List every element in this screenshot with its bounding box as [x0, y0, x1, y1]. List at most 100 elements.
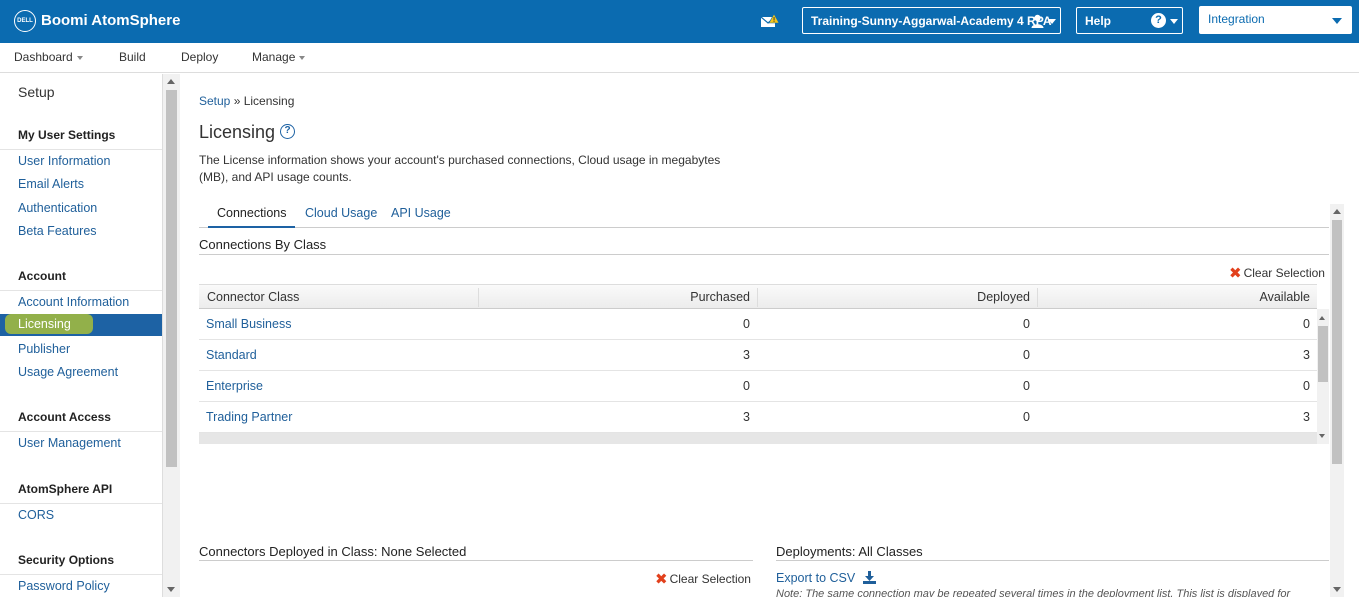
divider	[199, 560, 753, 561]
sidebar-heading-atomsphere-api: AtomSphere API	[0, 482, 162, 504]
deployed-cell: 0	[1023, 348, 1030, 362]
setup-sidebar: Setup My User Settings User Information …	[0, 74, 163, 597]
service-selector[interactable]: Integration	[1199, 6, 1352, 34]
sidebar-item-publisher[interactable]: Publisher	[18, 342, 70, 356]
help-icon[interactable]: ?	[280, 124, 295, 139]
sidebar-item-account-information[interactable]: Account Information	[18, 295, 129, 309]
purchased-cell: 0	[743, 317, 750, 331]
scroll-up-icon[interactable]	[167, 79, 175, 84]
top-bar: DELL Boomi AtomSphere Training-Sunny-Agg…	[0, 0, 1359, 43]
account-name: Training-Sunny-Aggarwal-Academy 4 RPA	[811, 13, 1052, 28]
question-icon: ?	[1151, 13, 1166, 28]
scroll-up-icon[interactable]	[1333, 209, 1341, 214]
available-cell: 0	[1303, 317, 1310, 331]
connections-by-class-title: Connections By Class	[199, 237, 327, 252]
chevron-down-icon	[1048, 19, 1056, 24]
tab-cloud-usage[interactable]: Cloud Usage	[305, 206, 377, 220]
connector-class-cell[interactable]: Standard	[206, 348, 257, 362]
menu-build-label: Build	[119, 50, 146, 64]
divider	[199, 254, 1329, 255]
active-tab-indicator	[208, 226, 295, 228]
deployed-cell: 0	[1023, 317, 1030, 331]
export-label: Export to CSV	[776, 571, 856, 585]
scrollbar-thumb[interactable]	[1332, 220, 1342, 464]
sidebar-item-cors[interactable]: CORS	[18, 508, 54, 522]
licensing-tabs: Connections Cloud Usage API Usage	[199, 204, 1329, 228]
table-row[interactable]: Small Business 0 0 0	[199, 309, 1317, 340]
sidebar-scrollbar[interactable]	[163, 74, 180, 597]
menu-deploy[interactable]: Deploy	[181, 50, 218, 64]
column-header-purchased[interactable]: Purchased	[479, 290, 750, 304]
tab-connections[interactable]: Connections	[217, 206, 287, 220]
scroll-up-icon[interactable]	[1319, 316, 1325, 320]
divider	[776, 560, 1329, 561]
breadcrumb-setup-link[interactable]: Setup	[199, 94, 230, 108]
sidebar-item-authentication[interactable]: Authentication	[18, 201, 97, 215]
sidebar-item-user-management[interactable]: User Management	[18, 436, 121, 450]
account-selector[interactable]: Training-Sunny-Aggarwal-Academy 4 RPA	[802, 7, 1061, 34]
column-header-deployed[interactable]: Deployed	[758, 290, 1030, 304]
close-icon: ✖	[1229, 265, 1242, 282]
main-menu-bar: Dashboard Build Deploy Manage	[0, 43, 1359, 73]
available-cell: 0	[1303, 379, 1310, 393]
clear-selection-button[interactable]: ✖ Clear Selection	[655, 570, 751, 588]
help-menu-button[interactable]: Help ?	[1076, 7, 1183, 34]
table-row[interactable]: Standard 3 0 3	[199, 340, 1317, 371]
clear-selection-label: Clear Selection	[669, 572, 751, 586]
deployed-cell: 0	[1023, 410, 1030, 424]
sidebar-item-user-information[interactable]: User Information	[18, 154, 110, 168]
connector-class-cell[interactable]: Trading Partner	[206, 410, 292, 424]
menu-dashboard-label: Dashboard	[14, 50, 73, 64]
page-description: The License information shows your accou…	[199, 153, 721, 184]
available-cell: 3	[1303, 410, 1310, 424]
dell-logo: DELL	[14, 10, 36, 32]
sidebar-heading-account-access: Account Access	[0, 410, 162, 432]
close-icon: ✖	[655, 571, 668, 588]
column-header-connector-class[interactable]: Connector Class	[207, 290, 299, 304]
chevron-down-icon	[299, 55, 306, 60]
chevron-down-icon	[76, 55, 83, 60]
sidebar-heading-my-user-settings: My User Settings	[0, 128, 162, 150]
scroll-down-icon[interactable]	[167, 587, 175, 592]
download-icon	[862, 571, 876, 584]
table-row[interactable]: Trading Partner 3 0 3	[199, 402, 1317, 433]
user-icon	[1031, 14, 1044, 28]
menu-manage[interactable]: Manage	[252, 50, 306, 64]
scrollbar-thumb[interactable]	[1318, 326, 1328, 382]
tab-api-usage[interactable]: API Usage	[391, 206, 451, 220]
menu-deploy-label: Deploy	[181, 50, 219, 64]
connector-class-cell[interactable]: Enterprise	[206, 379, 263, 393]
app-title[interactable]: Boomi AtomSphere	[41, 12, 180, 29]
connectors-deployed-title: Connectors Deployed in Class: None Selec…	[199, 544, 467, 559]
connector-class-cell[interactable]: Small Business	[206, 317, 291, 331]
breadcrumb: Setup » Licensing	[199, 94, 294, 108]
menu-dashboard[interactable]: Dashboard	[14, 50, 83, 64]
grid-header: Connector Class Purchased Deployed Avail…	[199, 284, 1317, 309]
grid-horizontal-scrollbar[interactable]	[199, 433, 1317, 444]
table-row[interactable]: Enterprise 0 0 0	[199, 371, 1317, 402]
grid-vertical-scrollbar[interactable]	[1317, 309, 1329, 444]
sidebar-heading-security-options: Security Options	[0, 553, 162, 575]
connections-grid: Connector Class Purchased Deployed Avail…	[199, 284, 1329, 444]
chevron-down-icon	[1170, 19, 1178, 24]
deployed-cell: 0	[1023, 379, 1030, 393]
clear-selection-button[interactable]: ✖ Clear Selection	[1229, 264, 1325, 282]
scroll-down-icon[interactable]	[1319, 434, 1325, 438]
sidebar-item-licensing[interactable]: Licensing	[0, 314, 162, 336]
mail-alert-icon[interactable]	[760, 13, 780, 29]
sidebar-item-usage-agreement[interactable]: Usage Agreement	[18, 365, 118, 379]
main-scrollbar[interactable]	[1330, 204, 1344, 597]
export-to-csv-link[interactable]: Export to CSV	[776, 571, 876, 585]
sidebar-item-password-policy[interactable]: Password Policy	[18, 579, 110, 593]
column-header-available[interactable]: Available	[1038, 290, 1310, 304]
sidebar-item-email-alerts[interactable]: Email Alerts	[18, 177, 84, 191]
sidebar-item-beta-features[interactable]: Beta Features	[18, 224, 97, 238]
menu-build[interactable]: Build	[119, 50, 146, 64]
purchased-cell: 0	[743, 379, 750, 393]
scrollbar-thumb[interactable]	[166, 90, 177, 467]
deployment-note: Note: The same connection may be repeate…	[776, 588, 1291, 597]
sidebar-item-label: Licensing	[18, 317, 71, 331]
scroll-down-icon[interactable]	[1333, 587, 1341, 592]
deployments-title: Deployments: All Classes	[776, 544, 923, 559]
service-label: Integration	[1208, 12, 1265, 26]
